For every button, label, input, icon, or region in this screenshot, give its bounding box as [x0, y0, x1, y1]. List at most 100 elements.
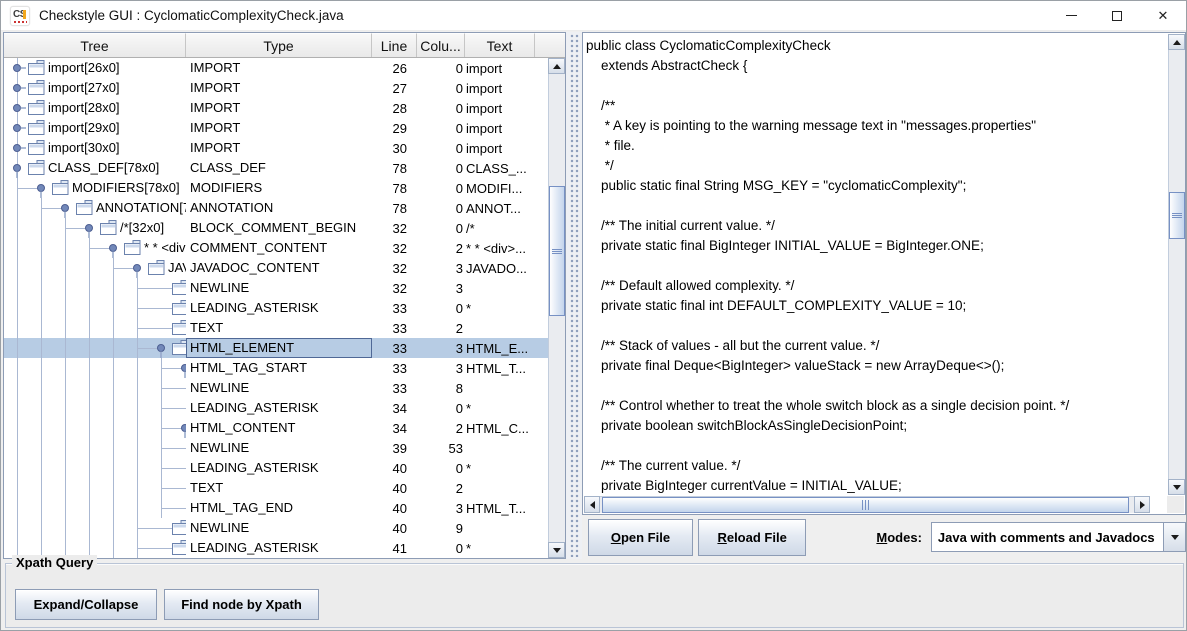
column-header-column[interactable]: Colu...	[417, 33, 465, 57]
text-cell: JAVADO...	[465, 261, 548, 276]
scrollbar-thumb[interactable]	[602, 497, 1129, 513]
line-cell: 33	[372, 361, 417, 376]
column-cell: 0	[417, 181, 465, 196]
column-cell: 3	[417, 501, 465, 516]
table-row[interactable]: /*[32x0]BLOCK_COMMENT_BEGIN320/*	[4, 218, 548, 238]
tree-expand-knob-collapsed-icon[interactable]	[8, 78, 26, 98]
table-row[interactable]: CLASS_DEF[78x0]CLASS_DEF780CLASS_...	[4, 158, 548, 178]
type-cell: MODIFIERS	[186, 178, 372, 198]
tree-expand-knob-expanded-icon[interactable]	[152, 338, 170, 358]
tree-table-vertical-scrollbar[interactable]	[548, 58, 565, 558]
line-cell: 26	[372, 61, 417, 76]
text-cell: import	[465, 81, 548, 96]
code-vertical-scrollbar[interactable]	[1168, 34, 1185, 495]
scroll-down-icon[interactable]	[1168, 479, 1185, 495]
app-icon-dots	[14, 21, 27, 23]
tree-node-label: CLASS_DEF[78x0]	[48, 158, 159, 178]
tree-expand-knob-collapsed-icon[interactable]	[8, 98, 26, 118]
table-row[interactable]: HTML_ELEMENTHTML_ELEMENT333HTML_E...	[4, 338, 548, 358]
type-cell: IMPORT	[186, 138, 372, 158]
table-row[interactable]: import[30x0]IMPORT300import	[4, 138, 548, 158]
code-view[interactable]: public class CyclomaticComplexityCheck e…	[584, 33, 1167, 495]
maximize-button[interactable]	[1094, 1, 1140, 30]
tree-expand-knob-collapsed-icon[interactable]	[8, 58, 26, 78]
column-header-type[interactable]: Type	[186, 33, 372, 57]
table-row[interactable]: MODIFIERS[78x0]MODIFIERS780MODIFI...	[4, 178, 548, 198]
line-cell: 78	[372, 181, 417, 196]
tree-node-label: import[29x0]	[48, 118, 120, 138]
text-cell: HTML_E...	[465, 341, 548, 356]
tree-cell: import[27x0]	[4, 78, 186, 98]
scroll-right-icon[interactable]	[1134, 496, 1150, 513]
column-cell: 0	[417, 81, 465, 96]
tree-node-label: import[28x0]	[48, 98, 120, 118]
tree-expand-knob-expanded-icon[interactable]	[128, 258, 146, 278]
code-horizontal-scrollbar[interactable]	[584, 496, 1150, 513]
table-row[interactable]: import[27x0]IMPORT270import	[4, 78, 548, 98]
table-row[interactable]: * * <div>...[32x2]COMMENT_CONTENT322* * …	[4, 238, 548, 258]
tree-cell: JAVADOC_CONTENT[32x3]	[4, 258, 186, 278]
tree-expand-knob-expanded-icon[interactable]	[104, 238, 122, 258]
checkstyle-app-icon: CS	[10, 6, 30, 26]
table-row[interactable]: TEXTTEXT332	[4, 318, 548, 338]
tree-cell: CLASS_DEF[78x0]	[4, 158, 186, 178]
split-pane-divider[interactable]	[566, 32, 582, 559]
table-row[interactable]: NEWLINENEWLINE409	[4, 518, 548, 538]
scroll-left-icon[interactable]	[584, 496, 600, 513]
tree-cell: * * <div>...[32x2]	[4, 238, 186, 258]
tree-node-icon	[172, 540, 186, 558]
table-row[interactable]: import[29x0]IMPORT290import	[4, 118, 548, 138]
column-header-line[interactable]: Line	[372, 33, 417, 57]
scroll-up-icon[interactable]	[1168, 34, 1185, 50]
tree-expand-knob-expanded-icon[interactable]	[8, 158, 26, 178]
column-header-text[interactable]: Text	[465, 33, 535, 57]
table-row[interactable]: LEADING_ASTERISKLEADING_ASTERISK340*	[4, 398, 548, 418]
scrollbar-thumb[interactable]	[549, 186, 565, 316]
table-row[interactable]: LEADING_ASTERISKLEADING_ASTERISK330*	[4, 298, 548, 318]
combo-dropdown-button[interactable]	[1163, 523, 1185, 551]
tree-cell: HTML_TAG_START	[4, 358, 186, 378]
table-row[interactable]: NEWLINENEWLINE3953	[4, 438, 548, 458]
tree-node-icon	[76, 200, 93, 218]
tree-expand-knob-expanded-icon[interactable]	[176, 418, 186, 438]
close-button[interactable]: ✕	[1140, 1, 1186, 30]
scroll-up-icon[interactable]	[548, 58, 565, 74]
table-row[interactable]: import[26x0]IMPORT260import	[4, 58, 548, 78]
tree-node-icon	[148, 260, 165, 278]
minimize-button[interactable]	[1048, 1, 1094, 30]
tree-expand-knob-expanded-icon[interactable]	[176, 358, 186, 378]
scrollbar-thumb[interactable]	[1169, 192, 1185, 239]
modes-combobox[interactable]: Java with comments and Javadocs	[931, 522, 1186, 552]
table-row[interactable]: HTML_TAG_ENDHTML_TAG_END403HTML_T...	[4, 498, 548, 518]
table-row[interactable]: import[28x0]IMPORT280import	[4, 98, 548, 118]
line-cell: 33	[372, 381, 417, 396]
expand-collapse-button[interactable]: Expand/Collapse	[15, 589, 157, 620]
find-node-by-xpath-button[interactable]: Find node by Xpath	[164, 589, 319, 620]
tree-expand-knob-expanded-icon[interactable]	[32, 178, 50, 198]
tree-node-icon	[52, 180, 69, 198]
table-row[interactable]: ANNOTATION[78x0]ANNOTATION780ANNOT...	[4, 198, 548, 218]
table-row[interactable]: TEXTTEXT402	[4, 478, 548, 498]
table-row[interactable]: LEADING_ASTERISKLEADING_ASTERISK400*	[4, 458, 548, 478]
table-row[interactable]: NEWLINENEWLINE323	[4, 278, 548, 298]
tree-expand-knob-expanded-icon[interactable]	[56, 198, 74, 218]
source-code-panel: public class CyclomaticComplexityCheck e…	[582, 32, 1186, 559]
column-cell: 2	[417, 481, 465, 496]
open-file-button[interactable]: Open File	[588, 519, 693, 556]
table-row[interactable]: JAVADOC_CONTENT[32x3]JAVADOC_CONTENT323J…	[4, 258, 548, 278]
scroll-down-icon[interactable]	[548, 542, 565, 558]
tree-node-label: * * <div>...[32x2]	[144, 238, 186, 258]
tree-expand-knob-expanded-icon[interactable]	[80, 218, 98, 238]
tree-expand-knob-collapsed-icon[interactable]	[8, 138, 26, 158]
reload-file-button[interactable]: Reload File	[698, 519, 807, 556]
table-row[interactable]: NEWLINENEWLINE338	[4, 378, 548, 398]
table-row[interactable]: HTML_TAG_STARTHTML_TAG_START333HTML_T...	[4, 358, 548, 378]
text-cell: import	[465, 101, 548, 116]
column-header-tree[interactable]: Tree	[4, 33, 186, 57]
line-cell: 78	[372, 161, 417, 176]
tree-node-label: JAVADOC_CONTENT[32x3]	[168, 258, 186, 278]
type-cell: BLOCK_COMMENT_BEGIN	[186, 218, 372, 238]
xpath-query-panel: Xpath Query Expand/Collapse Find node by…	[5, 563, 1184, 628]
table-row[interactable]: HTML_CONTENTHTML_CONTENT342HTML_C...	[4, 418, 548, 438]
tree-expand-knob-collapsed-icon[interactable]	[8, 118, 26, 138]
